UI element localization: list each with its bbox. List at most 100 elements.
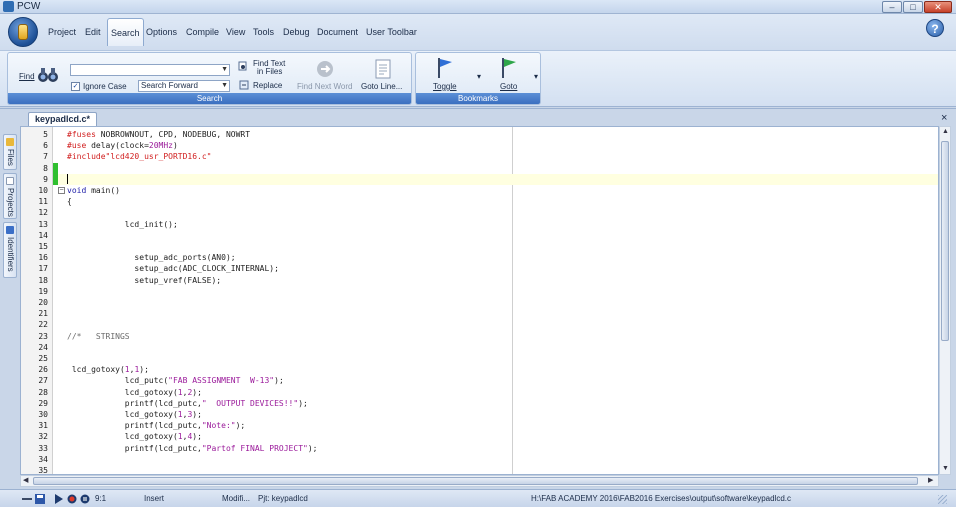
code-line[interactable]: 24 — [21, 342, 938, 353]
code-token: lcd_gotoxy( — [67, 432, 178, 442]
side-tab-identifiers[interactable]: Identifiers — [3, 222, 17, 278]
line-number: 34 — [38, 454, 48, 464]
code-line[interactable]: 35 — [21, 465, 938, 474]
scroll-right-icon[interactable]: ▶ — [928, 477, 933, 485]
maximize-button[interactable]: □ — [903, 1, 923, 13]
code-line[interactable]: 6 #use delay(clock=20MHz) — [21, 140, 938, 151]
minimize-button[interactable]: – — [882, 1, 902, 13]
status-bar: 9:1 Insert Modifi... Pjt: keypadlcd H:\F… — [0, 489, 956, 507]
goto-bookmark-button[interactable]: Goto ▾ — [490, 56, 540, 92]
chevron-down-icon[interactable]: ▾ — [534, 72, 538, 81]
code-line[interactable]: 27 lcd_putc("FAB ASSIGNMENT W-13"); — [21, 375, 938, 386]
menu-edit[interactable]: Edit — [85, 27, 101, 37]
code-line[interactable]: 13 lcd_init(); — [21, 219, 938, 230]
code-token: ) — [172, 141, 178, 151]
save-icon[interactable] — [35, 494, 45, 504]
code-line[interactable]: 11 { — [21, 196, 938, 207]
line-number: 16 — [38, 253, 48, 263]
close-icon[interactable]: × — [941, 112, 947, 124]
ignore-case-checkbox[interactable]: ✓ — [71, 82, 80, 91]
code-line[interactable]: 23 //* STRINGS — [21, 331, 938, 342]
code-line[interactable]: 20 — [21, 297, 938, 308]
record-icon[interactable] — [67, 494, 77, 504]
replace-button[interactable]: Replace — [236, 79, 292, 91]
app-menu-orb[interactable] — [8, 17, 38, 47]
find-input[interactable]: ▼ — [70, 64, 230, 76]
line-number: 32 — [38, 432, 48, 442]
chevron-down-icon[interactable]: ▾ — [477, 72, 481, 81]
code-editor[interactable]: 5 #fuses NOBROWNOUT, CPD, NODEBUG, NOWRT 6… — [20, 126, 939, 475]
tab-keypadlcd[interactable]: keypadlcd.c* — [28, 112, 98, 127]
menu-project[interactable]: Project — [48, 27, 76, 37]
menu-tools[interactable]: Tools — [253, 27, 274, 37]
code-line[interactable]: 17 setup_adc(ADC_CLOCK_INTERNAL); — [21, 263, 938, 274]
code-line[interactable]: 31 printf(lcd_putc,"Note:"); — [21, 420, 938, 431]
side-tab-projects[interactable]: Projects — [3, 173, 17, 219]
code-line[interactable]: 30 lcd_gotoxy(1,3); — [21, 409, 938, 420]
code-line[interactable]: 29 printf(lcd_putc," OUTPUT DEVICES!!"); — [21, 398, 938, 409]
code-token: #include"lcd420_usr_PORTD16.c" — [67, 152, 212, 162]
bookmarks-group: Toggle ▾ Goto ▾ Bookmarks — [415, 52, 541, 105]
close-button[interactable]: ✕ — [924, 1, 952, 13]
code-line[interactable]: 33 printf(lcd_putc,"Partof FINAL PROJECT… — [21, 443, 938, 454]
code-line[interactable]: 15 — [21, 241, 938, 252]
code-text: setup_adc_ports(AN0); — [67, 252, 235, 263]
code-line[interactable]: 18 setup_vref(FALSE); — [21, 275, 938, 286]
menu-view[interactable]: View — [226, 27, 245, 37]
minus-icon[interactable] — [22, 498, 32, 500]
vertical-scroll-thumb[interactable] — [941, 141, 949, 341]
code-line[interactable]: 9 — [21, 173, 938, 185]
code-line[interactable]: 14 — [21, 230, 938, 241]
fold-toggle-icon[interactable]: − — [58, 187, 65, 194]
find-button[interactable]: Find — [11, 63, 63, 87]
resize-grip-icon[interactable] — [938, 495, 947, 504]
code-token: lcd_putc( — [67, 376, 169, 386]
line-number: 29 — [38, 398, 48, 408]
code-line[interactable]: 28 lcd_gotoxy(1,2); — [21, 387, 938, 398]
line-number: 19 — [38, 286, 48, 296]
code-text: lcd_gotoxy(1,1); — [67, 364, 149, 375]
scroll-left-icon[interactable]: ◀ — [23, 477, 28, 485]
play-icon[interactable] — [54, 494, 64, 504]
stop-icon[interactable] — [80, 494, 90, 504]
scroll-down-icon[interactable]: ▼ — [942, 465, 949, 473]
line-number: 5 — [43, 130, 48, 139]
menu-document[interactable]: Document — [317, 27, 358, 37]
code-line[interactable]: 25 — [21, 353, 938, 364]
help-button[interactable]: ? — [926, 19, 944, 37]
code-line[interactable]: 26 lcd_gotoxy(1,1); — [21, 364, 938, 375]
menu-search[interactable]: Search — [107, 18, 144, 46]
menu-debug[interactable]: Debug — [283, 27, 310, 37]
code-line[interactable]: 5 #fuses NOBROWNOUT, CPD, NODEBUG, NOWRT — [21, 129, 938, 140]
vertical-scrollbar[interactable]: ▲ ▼ — [939, 126, 951, 475]
goto-line-button[interactable]: Goto Line... — [358, 57, 410, 93]
code-line[interactable]: 12 — [21, 207, 938, 218]
code-line[interactable]: 19 — [21, 286, 938, 297]
search-group: Find ▼ ✓ Ignore Case Search Forward ▼ Fi… — [7, 52, 412, 105]
code-line[interactable]: 22 — [21, 319, 938, 330]
code-text: lcd_init(); — [67, 219, 178, 230]
document-tab-strip: keypadlcd.c* × — [0, 108, 956, 127]
code-line[interactable]: 7 #include"lcd420_usr_PORTD16.c" — [21, 151, 938, 162]
menu-compile[interactable]: Compile — [186, 27, 219, 37]
changed-line-marker — [53, 173, 58, 185]
scroll-up-icon[interactable]: ▲ — [942, 128, 949, 136]
horizontal-scroll-thumb[interactable] — [33, 477, 918, 485]
code-line[interactable]: 16 setup_adc_ports(AN0); — [21, 252, 938, 263]
code-line[interactable]: 8 — [21, 162, 938, 174]
side-tab-files[interactable]: Files — [3, 134, 17, 170]
code-line[interactable]: 21 — [21, 308, 938, 319]
horizontal-scrollbar[interactable]: ◀ ▶ — [20, 475, 939, 487]
code-line[interactable]: 34 — [21, 454, 938, 465]
project-icon — [6, 177, 14, 185]
menu-options[interactable]: Options — [146, 27, 177, 37]
search-direction-select[interactable]: Search Forward ▼ — [138, 80, 230, 92]
menu-user-toolbar[interactable]: User Toolbar — [366, 27, 417, 37]
toggle-bookmark-button[interactable]: Toggle ▾ — [426, 56, 481, 92]
code-line[interactable]: 10 − void main() — [21, 185, 938, 196]
find-next-word-button[interactable]: Find Next Word — [296, 57, 354, 93]
find-in-files-button[interactable]: Find Text in Files — [236, 59, 292, 77]
menu-bar: Project Edit Search Options Compile View… — [0, 14, 956, 50]
line-number: 12 — [38, 208, 48, 218]
code-line[interactable]: 32 lcd_gotoxy(1,4); — [21, 431, 938, 442]
